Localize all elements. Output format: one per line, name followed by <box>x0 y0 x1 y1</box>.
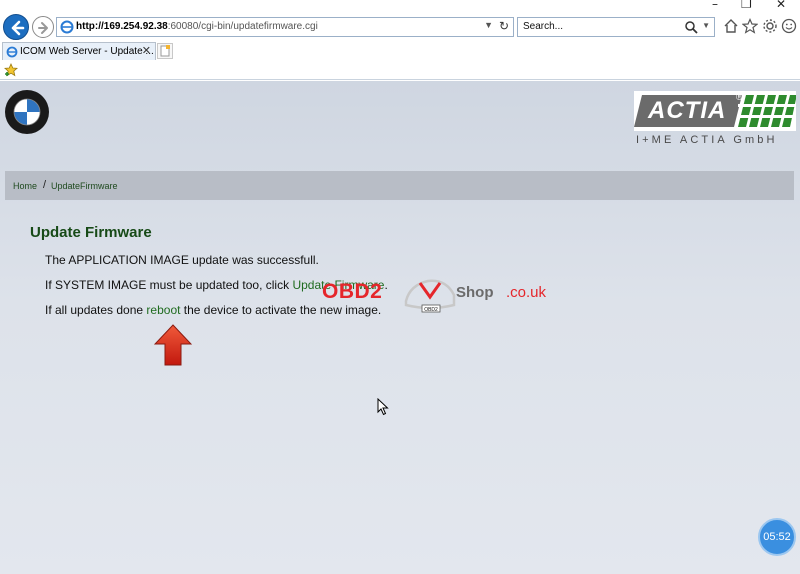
reboot-prefix: If all updates done <box>45 303 147 317</box>
timer-text: 05:52 <box>763 531 791 543</box>
breadcrumb-updatefirmware-link[interactable]: UpdateFirmware <box>51 181 118 191</box>
minimize-icon[interactable]: – <box>712 0 718 11</box>
watermark-car-icon: OBD2 <box>404 279 456 313</box>
address-path: :60080/cgi-bin/updatefirmware.cgi <box>167 21 318 32</box>
favorites-star-icon[interactable] <box>742 18 758 34</box>
watermark-badge-text: OBD2 <box>424 307 438 313</box>
page-title: Update Firmware <box>30 224 152 241</box>
search-icon[interactable] <box>684 20 698 34</box>
back-button[interactable] <box>3 14 29 40</box>
navigation-bar: http://169.254.92.38:60080/cgi-bin/updat… <box>0 12 800 42</box>
bmw-logo <box>5 90 49 134</box>
breadcrumb: Home / UpdateFirmware <box>5 171 794 200</box>
registered-mark: ® <box>736 92 743 102</box>
refresh-icon[interactable]: ↻ <box>499 19 509 33</box>
new-tab-icon <box>160 45 170 57</box>
address-dropdown-icon[interactable]: ▼ <box>484 20 493 30</box>
watermark: OBD2 OBD2 Shop .co.uk <box>322 271 562 317</box>
recording-timer: 05:52 <box>758 518 796 556</box>
actia-wordmark: ACTIA <box>648 97 727 124</box>
page-content: ACTIA ® I+ME ACTIA GmbH Home / UpdateFir… <box>0 81 800 574</box>
forward-arrow-icon <box>38 22 48 34</box>
tab-icom-web-server[interactable]: ICOM Web Server - Update ... ✕ <box>2 42 156 60</box>
search-dropdown-icon[interactable]: ▼ <box>702 21 710 30</box>
actia-subtitle: I+ME ACTIA GmbH <box>636 134 778 146</box>
watermark-obd-text: OBD2 <box>322 280 383 303</box>
restore-icon[interactable]: ❐ <box>741 0 752 11</box>
mouse-cursor-icon <box>377 398 389 416</box>
breadcrumb-separator: / <box>43 179 47 191</box>
favorites-bar <box>0 60 800 80</box>
status-message: The APPLICATION IMAGE update was success… <box>45 253 319 267</box>
new-tab-button[interactable] <box>157 43 173 59</box>
ie-tab-icon <box>6 46 18 58</box>
search-box[interactable]: Search... ▼ <box>517 17 715 37</box>
watermark-domain-text: .co.uk <box>506 284 547 301</box>
address-bar[interactable]: http://169.254.92.38:60080/cgi-bin/updat… <box>56 17 514 37</box>
breadcrumb-home-link[interactable]: Home <box>13 181 37 191</box>
red-up-arrow-icon <box>154 324 192 366</box>
title-bar: – ❐ ✕ <box>0 0 800 12</box>
forward-button[interactable] <box>32 16 54 38</box>
system-image-prefix: If SYSTEM IMAGE must be updated too, cli… <box>45 278 293 292</box>
add-favorite-icon[interactable] <box>4 63 18 77</box>
settings-gear-icon[interactable] <box>762 18 778 34</box>
close-window-icon[interactable]: ✕ <box>776 0 786 11</box>
back-arrow-icon <box>11 20 25 36</box>
feedback-smiley-icon[interactable] <box>781 18 797 34</box>
ie-page-icon <box>60 20 74 34</box>
tab-bar: ICOM Web Server - Update ... ✕ <box>0 42 800 60</box>
reboot-link[interactable]: reboot <box>146 303 180 317</box>
address-host: http://169.254.92.38 <box>76 21 168 32</box>
tab-title: ICOM Web Server - Update ... <box>20 46 154 57</box>
address-url[interactable]: http://169.254.92.38:60080/cgi-bin/updat… <box>76 21 318 32</box>
tab-close-icon[interactable]: ✕ <box>142 44 151 57</box>
search-placeholder: Search... <box>523 21 564 32</box>
home-icon[interactable] <box>723 18 739 34</box>
watermark-shop-text: Shop <box>456 284 494 301</box>
